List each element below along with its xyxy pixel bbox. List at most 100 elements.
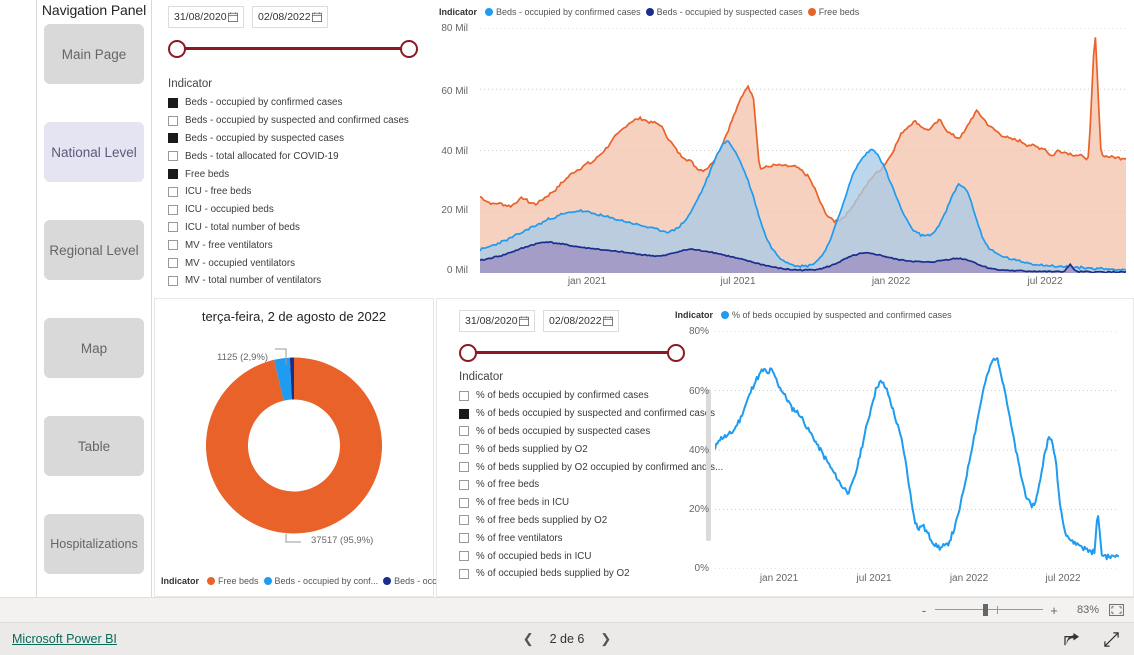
area-x-tick-jul2021: jul 2021	[720, 276, 756, 287]
indicator-bottom-item[interactable]: % of free ventilators	[459, 529, 689, 547]
line-x-tick-jul2021: jul 2021	[856, 573, 892, 584]
checkbox[interactable]	[168, 169, 178, 180]
donut-chart-plot[interactable]	[155, 327, 433, 552]
legend-item-percent-beds[interactable]: % of beds occupied by suspected and conf…	[721, 310, 952, 320]
indicator-top-item[interactable]: ICU - free beds	[168, 183, 432, 201]
checkbox-label: MV - total number of ventilators	[185, 275, 322, 287]
indicator-top-item[interactable]: Beds - occupied by suspected cases	[168, 130, 432, 148]
checkbox[interactable]	[168, 222, 178, 233]
indicator-bottom-item[interactable]: % of occupied beds supplied by O2	[459, 565, 689, 583]
checkbox[interactable]	[459, 444, 469, 455]
zoom-control: - +	[919, 604, 1059, 617]
checkbox[interactable]	[459, 533, 469, 544]
line-chart-plot[interactable]	[715, 331, 1119, 569]
checkbox[interactable]	[168, 275, 178, 286]
start-date-input-bottom[interactable]: 31/08/2020	[459, 310, 535, 332]
checkbox[interactable]	[459, 479, 469, 490]
indicator-list-scrollbar-bottom[interactable]	[706, 389, 711, 541]
indicator-bottom-item[interactable]: % of beds occupied by confirmed cases	[459, 387, 689, 405]
indicator-bottom-item[interactable]: % of free beds supplied by O2	[459, 512, 689, 530]
date-range-track-top[interactable]	[168, 36, 418, 60]
zoom-slider[interactable]	[935, 604, 1043, 616]
indicator-top-item[interactable]: Beds - occupied by confirmed cases	[168, 94, 432, 112]
indicator-bottom-item[interactable]: % of beds supplied by O2 occupied by con…	[459, 458, 723, 476]
legend-color-dot	[807, 8, 816, 16]
legend-item-free-beds[interactable]: Free beds	[207, 576, 259, 586]
chevron-left-icon[interactable]: ❮	[523, 631, 534, 647]
legend-item-free-beds[interactable]: Free beds	[807, 7, 859, 17]
sidebar-item-regional-level[interactable]: Regional Level	[44, 220, 144, 280]
indicator-top-item[interactable]: ICU - total number of beds	[168, 219, 432, 237]
indicator-top-item[interactable]: ICU - occupied beds	[168, 201, 432, 219]
checkbox[interactable]	[459, 390, 469, 401]
checkbox[interactable]	[168, 151, 178, 162]
sidebar-item-national-level[interactable]: National Level	[44, 122, 144, 182]
legend-item-beds-confirmed[interactable]: Beds - occupied by conf...	[263, 576, 378, 586]
start-date-input-top[interactable]: 31/08/2020	[168, 6, 244, 28]
area-x-tick-jan2022: jan 2022	[871, 276, 911, 287]
date-range-handle-start-top[interactable]	[168, 40, 186, 58]
checkbox[interactable]	[459, 462, 469, 473]
indicator-checkbox-list-bottom: % of beds occupied by confirmed cases % o…	[459, 387, 723, 583]
indicator-top-item[interactable]: MV - free ventilators	[168, 236, 432, 254]
checkbox-label: % of beds supplied by O2	[476, 443, 588, 455]
date-range-track-bottom[interactable]	[459, 340, 685, 364]
sidebar-item-main-page[interactable]: Main Page	[44, 24, 144, 84]
indicator-top-item[interactable]: Free beds	[168, 165, 432, 183]
checkbox[interactable]	[459, 497, 469, 508]
checkbox[interactable]	[168, 133, 178, 144]
checkbox[interactable]	[459, 515, 469, 526]
checkbox[interactable]	[168, 186, 178, 197]
indicator-top-item[interactable]: Beds - occupied by suspected and confirm…	[168, 112, 432, 130]
area-chart-plot[interactable]	[480, 28, 1126, 273]
share-icon[interactable]	[1064, 632, 1081, 647]
checkbox[interactable]	[168, 97, 178, 108]
checkbox-label: Beds - total allocated for COVID-19	[185, 150, 339, 162]
indicator-bottom-item[interactable]: % of beds supplied by O2	[459, 440, 689, 458]
date-inputs-row-top: 31/08/2020 02/08/2022	[168, 6, 418, 28]
checkbox[interactable]	[459, 568, 469, 579]
indicator-bottom-item[interactable]: % of beds occupied by suspected cases	[459, 423, 689, 441]
checkbox[interactable]	[459, 426, 469, 437]
sidebar-item-map[interactable]: Map	[44, 318, 144, 378]
date-range-handle-end-bottom[interactable]	[667, 344, 685, 362]
checkbox-label: Beds - occupied by suspected and confirm…	[185, 115, 409, 127]
indicator-bottom-item[interactable]: % of occupied beds in ICU	[459, 547, 689, 565]
indicator-top-item[interactable]: Beds - total allocated for COVID-19	[168, 147, 432, 165]
checkbox-label: % of free beds in ICU	[476, 497, 570, 509]
fit-to-page-icon[interactable]	[1109, 604, 1124, 616]
zoom-slider-tick	[997, 606, 998, 614]
checkbox[interactable]	[459, 551, 469, 562]
beds-donut-chart-card: terça-feira, 2 de agosto de 2022 1125 (2…	[154, 298, 474, 597]
checkbox[interactable]	[168, 258, 178, 269]
powerbi-brand-link[interactable]: Microsoft Power BI	[12, 632, 117, 646]
indicator-bottom-item[interactable]: % of free beds	[459, 476, 689, 494]
date-range-handle-start-bottom[interactable]	[459, 344, 477, 362]
calendar-icon	[603, 316, 613, 326]
indicator-top-item[interactable]: MV - occupied ventilators	[168, 254, 432, 272]
checkbox[interactable]	[168, 204, 178, 215]
checkbox-label: % of beds occupied by suspected and conf…	[476, 408, 716, 420]
zoom-out-button[interactable]: -	[919, 604, 929, 617]
date-range-handle-end-top[interactable]	[400, 40, 418, 58]
legend-item-beds-confirmed[interactable]: Beds - occupied by confirmed cases	[485, 7, 641, 17]
line-x-tick-jul2022: jul 2022	[1045, 573, 1081, 584]
indicator-top-item[interactable]: MV - total number of ventilators	[168, 272, 432, 290]
end-date-input-bottom[interactable]: 02/08/2022	[543, 310, 619, 332]
indicator-bottom-item[interactable]: % of beds occupied by suspected and conf…	[459, 405, 715, 423]
zoom-slider-thumb[interactable]	[983, 604, 988, 616]
end-date-input-top[interactable]: 02/08/2022	[252, 6, 328, 28]
checkbox[interactable]	[168, 115, 178, 126]
zoom-in-button[interactable]: +	[1049, 604, 1059, 617]
checkbox[interactable]	[168, 240, 178, 251]
donut-legend-title: Indicator	[161, 576, 200, 586]
indicator-checkbox-list-top: Beds - occupied by confirmed cases Beds -…	[168, 94, 444, 290]
sidebar-item-hospitalizations[interactable]: Hospitalizations	[44, 514, 144, 574]
fullscreen-icon[interactable]	[1103, 631, 1120, 648]
sidebar-item-table[interactable]: Table	[44, 416, 144, 476]
chevron-right-icon[interactable]: ❯	[600, 631, 611, 647]
indicator-bottom-item[interactable]: % of free beds in ICU	[459, 494, 689, 512]
legend-label: % of beds occupied by suspected and conf…	[732, 310, 952, 320]
legend-item-beds-suspected[interactable]: Beds - occupied by suspected cases	[645, 7, 803, 17]
checkbox[interactable]	[459, 408, 469, 419]
